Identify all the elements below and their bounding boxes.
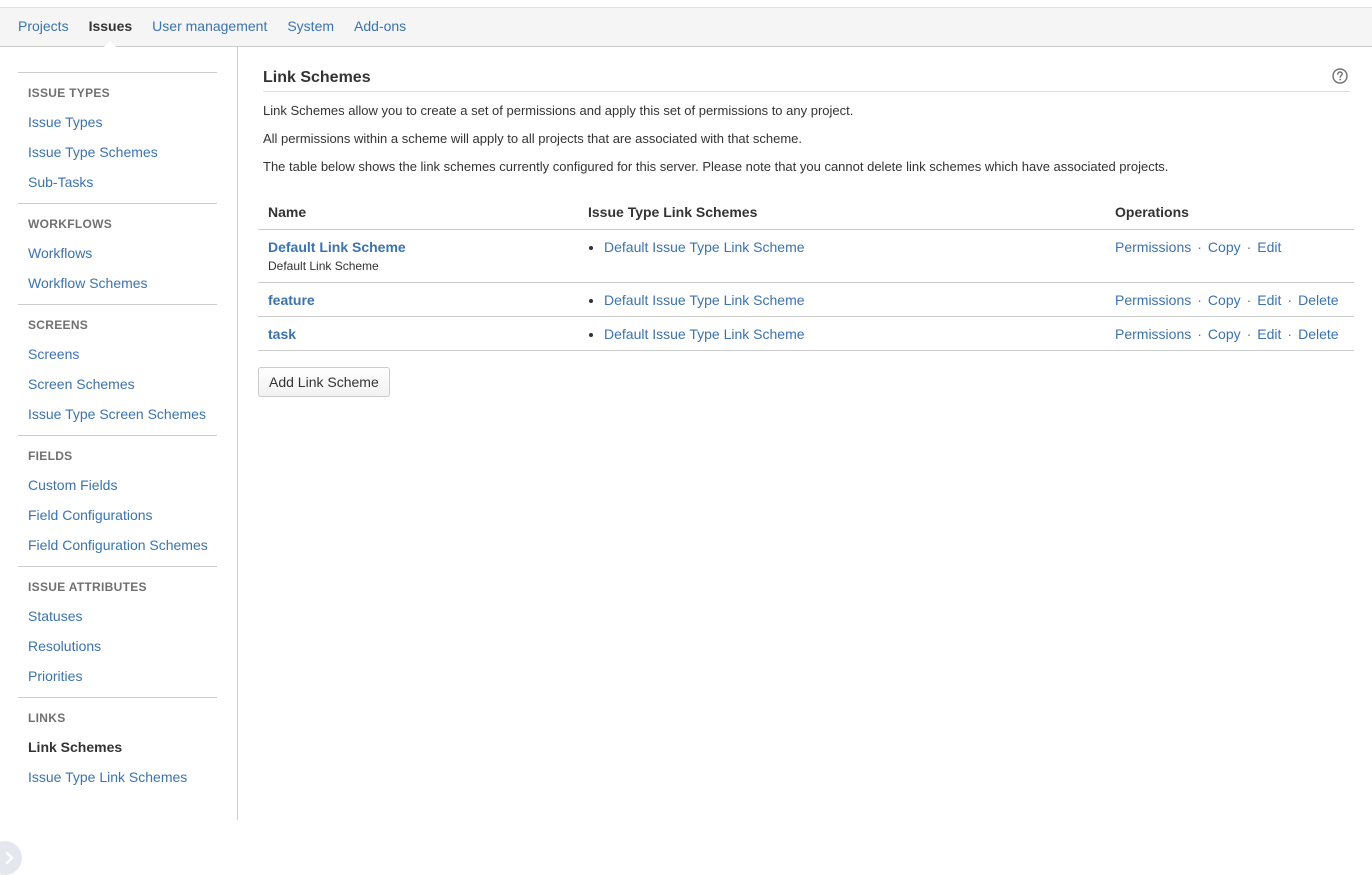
sidebar-item-issue-type-link-schemes[interactable]: Issue Type Link Schemes	[28, 762, 217, 792]
column-header-issue-type-link-schemes: Issue Type Link Schemes	[578, 199, 1105, 230]
operation-copy-link[interactable]: Copy	[1208, 326, 1241, 342]
sidebar-item-priorities[interactable]: Priorities	[28, 661, 217, 691]
operation-delete-link[interactable]: Delete	[1298, 326, 1338, 342]
cell-issue-type-link-schemes: Default Issue Type Link Scheme	[578, 282, 1105, 317]
cell-issue-type-link-schemes: Default Issue Type Link Scheme	[578, 229, 1105, 283]
sidebar-item-issue-type-screen-schemes[interactable]: Issue Type Screen Schemes	[28, 399, 217, 429]
operation-separator: ·	[1197, 292, 1202, 308]
issue-type-link-scheme-list: Default Issue Type Link Scheme	[588, 239, 1095, 255]
help-icon[interactable]	[1332, 68, 1348, 84]
scheme-name-link[interactable]: task	[268, 326, 296, 342]
sidebar-item-custom-fields[interactable]: Custom Fields	[28, 470, 217, 500]
scheme-name-link[interactable]: feature	[268, 292, 315, 308]
sidebar-item-screens[interactable]: Screens	[28, 339, 217, 369]
sidebar-heading: ISSUE TYPES	[28, 86, 110, 100]
sidebar-heading: SCREENS	[28, 318, 89, 332]
cell-name: feature	[258, 282, 578, 317]
topnav-user-management[interactable]: User management	[152, 7, 267, 46]
cell-name: task	[258, 316, 578, 351]
sidebar-section-links: LINKS Link Schemes Issue Type Link Schemes	[18, 697, 217, 798]
sidebar-section-issue-types: ISSUE TYPES Issue Types Issue Type Schemes…	[18, 72, 217, 203]
sidebar-heading: LINKS	[28, 711, 66, 725]
issue-type-link-scheme-link[interactable]: Default Issue Type Link Scheme	[604, 239, 805, 255]
sidebar-item-resolutions[interactable]: Resolutions	[28, 631, 217, 661]
sidebar-section-issue-attributes: ISSUE ATTRIBUTES Statuses Resolutions Prior…	[18, 566, 217, 697]
operation-edit-link[interactable]: Edit	[1257, 239, 1281, 255]
operation-edit-link[interactable]: Edit	[1257, 292, 1281, 308]
list-item: Default Issue Type Link Scheme	[604, 239, 1095, 255]
description-intro: Link Schemes allow you to create a set o…	[263, 103, 854, 118]
table-row: Default Link SchemeDefault Link SchemeDe…	[258, 229, 1354, 283]
operation-permissions-link[interactable]: Permissions	[1115, 239, 1191, 255]
topnav-add-ons[interactable]: Add-ons	[354, 7, 406, 46]
admin-top-nav: Projects Issues User management System Add-o…	[0, 0, 1372, 47]
operation-separator: ·	[1246, 239, 1252, 255]
issue-type-link-scheme-list: Default Issue Type Link Scheme	[588, 292, 1095, 308]
sidebar-heading: FIELDS	[28, 449, 73, 463]
scheme-name-link[interactable]: Default Link Scheme	[268, 239, 406, 255]
link-schemes-table-body: Default Link SchemeDefault Link SchemeDe…	[258, 229, 1354, 351]
chevron-right-icon	[5, 851, 14, 865]
sidebar-item-workflows[interactable]: Workflows	[28, 238, 217, 268]
admin-top-nav-items: Projects Issues User management System Add-o…	[18, 7, 426, 47]
cell-issue-type-link-schemes: Default Issue Type Link Scheme	[578, 316, 1105, 351]
sidebar-heading: WORKFLOWS	[28, 217, 113, 231]
sidebar-collapse-button[interactable]	[0, 841, 22, 875]
operation-copy-link[interactable]: Copy	[1208, 239, 1241, 255]
operation-separator: ·	[1197, 326, 1202, 342]
sidebar-item-statuses[interactable]: Statuses	[28, 601, 217, 631]
operation-separator: ·	[1246, 326, 1252, 342]
issue-type-link-scheme-link[interactable]: Default Issue Type Link Scheme	[604, 292, 805, 308]
description-table-note: The table below shows the link schemes c…	[263, 159, 1169, 174]
column-header-name: Name	[258, 199, 578, 230]
table-row: feature Default Issue Type Link Scheme Per…	[258, 282, 1354, 317]
issue-type-link-scheme-list: Default Issue Type Link Scheme	[588, 326, 1095, 342]
issue-type-link-scheme-link[interactable]: Default Issue Type Link Scheme	[604, 326, 805, 342]
description-scope: All permissions within a scheme will app…	[263, 131, 803, 146]
scheme-description: Default Link Scheme	[268, 259, 379, 273]
cell-operations: Permissions · Copy · Edit · Delete	[1105, 282, 1354, 317]
operation-delete-link[interactable]: Delete	[1298, 292, 1338, 308]
sidebar-section-workflows: WORKFLOWS Workflows Workflow Schemes	[18, 203, 217, 304]
operation-edit-link[interactable]: Edit	[1257, 326, 1281, 342]
list-item: Default Issue Type Link Scheme	[604, 326, 1095, 342]
operation-separator: ·	[1287, 292, 1293, 308]
table-header-row: Name Issue Type Link Schemes Operations	[258, 199, 1354, 230]
operation-copy-link[interactable]: Copy	[1208, 292, 1241, 308]
operation-permissions-link[interactable]: Permissions	[1115, 292, 1191, 308]
sidebar-item-issue-types[interactable]: Issue Types	[28, 107, 217, 137]
page-header: Link Schemes	[263, 68, 1350, 92]
main-content: Link Schemes Link Schemes allow you to c…	[258, 47, 1354, 397]
admin-sidebar: ISSUE TYPES Issue Types Issue Type Schemes…	[0, 47, 238, 875]
link-schemes-table: Name Issue Type Link Schemes Operations …	[258, 199, 1354, 351]
sidebar-heading: ISSUE ATTRIBUTES	[28, 580, 147, 594]
operation-separator: ·	[1287, 326, 1293, 342]
sidebar-item-screen-schemes[interactable]: Screen Schemes	[28, 369, 217, 399]
column-header-operations: Operations	[1105, 199, 1354, 230]
cell-name: Default Link Scheme Default Link Scheme	[258, 229, 578, 283]
sidebar-sections: ISSUE TYPES Issue Types Issue Type Schemes…	[0, 72, 237, 798]
table-row: task Default Issue Type Link Scheme Permis…	[258, 316, 1354, 351]
operation-permissions-link[interactable]: Permissions	[1115, 326, 1191, 342]
topnav-system[interactable]: System	[287, 7, 334, 46]
sidebar-item-issue-type-schemes[interactable]: Issue Type Schemes	[28, 137, 217, 167]
cell-operations: Permissions · Copy · Edit	[1105, 229, 1354, 283]
topnav-issues[interactable]: Issues	[89, 7, 132, 47]
sidebar-item-workflow-schemes[interactable]: Workflow Schemes	[28, 268, 217, 298]
sidebar-section-fields: FIELDS Custom Fields Field Configurations F…	[18, 435, 217, 566]
sidebar-section-screens: SCREENS Screens Screen Schemes Issue Type S…	[18, 304, 217, 435]
sidebar-item-sub-tasks[interactable]: Sub-Tasks	[28, 167, 217, 197]
operation-separator: ·	[1197, 239, 1202, 255]
page-title: Link Schemes	[263, 69, 371, 86]
sidebar-item-field-configuration-schemes[interactable]: Field Configuration Schemes	[28, 530, 217, 560]
cell-operations: Permissions · Copy · Edit · Delete	[1105, 316, 1354, 351]
add-link-scheme-button[interactable]: Add Link Scheme	[258, 367, 390, 397]
sidebar-item-link-schemes[interactable]: Link Schemes	[28, 732, 217, 762]
operation-separator: ·	[1246, 292, 1252, 308]
list-item: Default Issue Type Link Scheme	[604, 292, 1095, 308]
sidebar-item-field-configurations[interactable]: Field Configurations	[28, 500, 217, 530]
topnav-projects[interactable]: Projects	[18, 7, 69, 46]
